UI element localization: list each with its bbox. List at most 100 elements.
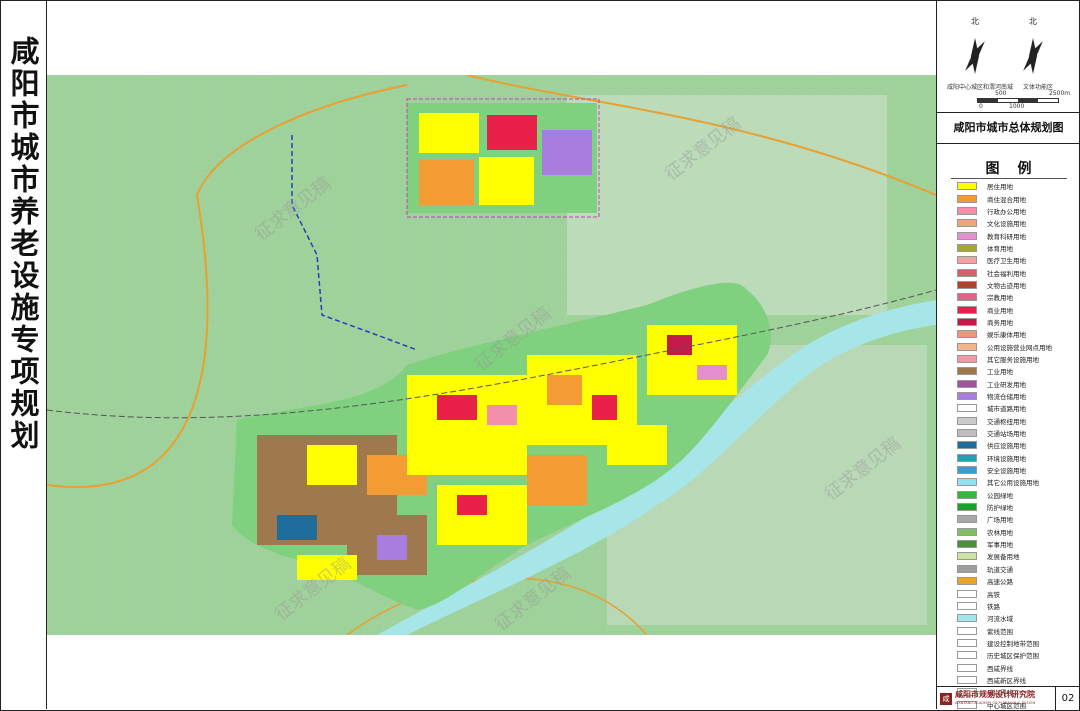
legend-swatch (957, 219, 977, 228)
legend-swatch (957, 675, 977, 684)
legend-swatch (957, 342, 977, 351)
legend-item: 其它公用设施用地 (957, 476, 1077, 488)
legend-swatch (957, 515, 977, 524)
legend-swatch (957, 182, 977, 191)
legend-swatch (957, 317, 977, 326)
legend-item: 交通站场用地 (957, 427, 1077, 439)
legend-label: 行政办公用地 (987, 207, 1026, 216)
legend-panel: 北 北 咸阳中心城区和渭河南城 文体功能区 500 2500m 0 1000 咸… (936, 0, 1080, 710)
legend-label: 历史城区保护范围 (987, 652, 1039, 661)
legend-swatch (957, 614, 977, 623)
legend-item: 供应设施用地 (957, 439, 1077, 451)
legend-item: 娱乐康体用地 (957, 328, 1077, 340)
legend-swatch (957, 305, 977, 314)
legend-label: 公用设施营业网点用地 (987, 343, 1052, 352)
legend-divider (951, 178, 1067, 179)
legend-item: 居住用地 (957, 180, 1077, 192)
scale-label: 500 (995, 90, 1007, 97)
legend-label: 发展备用地 (987, 553, 1020, 562)
legend-swatch (957, 194, 977, 203)
legend-item: 西咸新区界线 (957, 674, 1077, 686)
legend-swatch (957, 379, 977, 388)
legend-swatch (957, 503, 977, 512)
legend-item: 社会福利用地 (957, 266, 1077, 278)
legend-swatch (957, 478, 977, 487)
legend-label: 城市道路用地 (987, 405, 1026, 414)
legend-item: 体育用地 (957, 242, 1077, 254)
legend-label: 其它公用设施用地 (987, 479, 1039, 488)
map-canvas (47, 75, 936, 635)
legend-item: 文化设施用地 (957, 217, 1077, 229)
legend-swatch (957, 293, 977, 302)
scale-label: 0 (979, 103, 983, 110)
legend-label: 安全设施用地 (987, 467, 1026, 476)
legend-label: 商业用地 (987, 306, 1013, 315)
legend-item: 宗教用地 (957, 291, 1077, 303)
legend-swatch (957, 367, 977, 376)
legend-label: 环境设施用地 (987, 454, 1026, 463)
legend-item: 商住混合用地 (957, 192, 1077, 204)
legend-label: 工业用地 (987, 368, 1013, 377)
legend-label: 体育用地 (987, 244, 1013, 253)
legend-label: 高铁 (987, 590, 1000, 599)
legend-item: 发展备用地 (957, 550, 1077, 562)
legend-label: 河流水域 (987, 615, 1013, 624)
legend-swatch (957, 663, 977, 672)
legend-swatch (957, 552, 977, 561)
legend-swatch (957, 564, 977, 573)
legend-item: 历史城区保护范围 (957, 649, 1077, 661)
institute-name-en: XIANYANG ACADEMY OF PLANNING & DESIGN (955, 700, 1036, 705)
legend-item: 铁路 (957, 600, 1077, 612)
legend-swatch (957, 466, 977, 475)
legend-label: 物流仓储用地 (987, 393, 1026, 402)
land-use-map[interactable]: 征求意见稿 征求意见稿 征求意见稿 征求意见稿 征求意见稿 征求意见稿 (47, 75, 936, 635)
legend-swatch (957, 601, 977, 610)
legend-swatch (957, 404, 977, 413)
institute-name: 咸阳市规划设计研究院 XIANYANG ACADEMY OF PLANNING … (955, 690, 1055, 708)
legend-item: 交通枢纽用地 (957, 415, 1077, 427)
legend-swatch (957, 354, 977, 363)
legend-item: 文物古迹用地 (957, 279, 1077, 291)
legend-heading: 图例 (985, 161, 1050, 177)
legend-label: 其它服务设施用地 (987, 355, 1039, 364)
legend-label: 农林用地 (987, 528, 1013, 537)
legend-label: 交通站场用地 (987, 430, 1026, 439)
legend-swatch (957, 638, 977, 647)
page-number: 02 (1055, 687, 1080, 710)
legend-item: 商业用地 (957, 303, 1077, 315)
compass-box: 北 北 咸阳中心城区和渭河南城 文体功能区 500 2500m 0 1000 (937, 0, 1080, 113)
legend-label: 文物古迹用地 (987, 281, 1026, 290)
legend-swatch (957, 651, 977, 660)
legend-item: 商务用地 (957, 316, 1077, 328)
legend-label: 商住混合用地 (987, 195, 1026, 204)
legend-swatch (957, 206, 977, 215)
legend-swatch (957, 330, 977, 339)
legend-swatch (957, 589, 977, 598)
legend-item: 公用设施营业网点用地 (957, 340, 1077, 352)
legend-item: 农林用地 (957, 526, 1077, 538)
legend-swatch (957, 243, 977, 252)
legend-item: 河流水域 (957, 612, 1077, 624)
legend-swatch (957, 577, 977, 586)
legend-label: 铁路 (987, 602, 1000, 611)
legend-swatch (957, 416, 977, 425)
legend-item: 防护绿地 (957, 501, 1077, 513)
legend-item: 行政办公用地 (957, 205, 1077, 217)
panel-title: 咸阳市城市总体规划图 (937, 113, 1080, 144)
legend-label: 医疗卫生用地 (987, 257, 1026, 266)
legend-item: 广场用地 (957, 513, 1077, 525)
legend-swatch (957, 626, 977, 635)
legend-swatch (957, 280, 977, 289)
legend-label: 商务用地 (987, 318, 1013, 327)
legend-item: 安全设施用地 (957, 464, 1077, 476)
legend-label: 西咸新区界线 (987, 676, 1026, 685)
legend-item: 物流仓储用地 (957, 390, 1077, 402)
legend-swatch (957, 231, 977, 240)
legend-swatch (957, 490, 977, 499)
legend-swatch (957, 429, 977, 438)
legend-label: 宗教用地 (987, 294, 1013, 303)
legend-item: 紫线范围 (957, 624, 1077, 636)
legend-label: 高速公路 (987, 578, 1013, 587)
legend-item: 环境设施用地 (957, 452, 1077, 464)
sheet-title: 咸阳市城市养老设施专项规划 (6, 36, 40, 452)
